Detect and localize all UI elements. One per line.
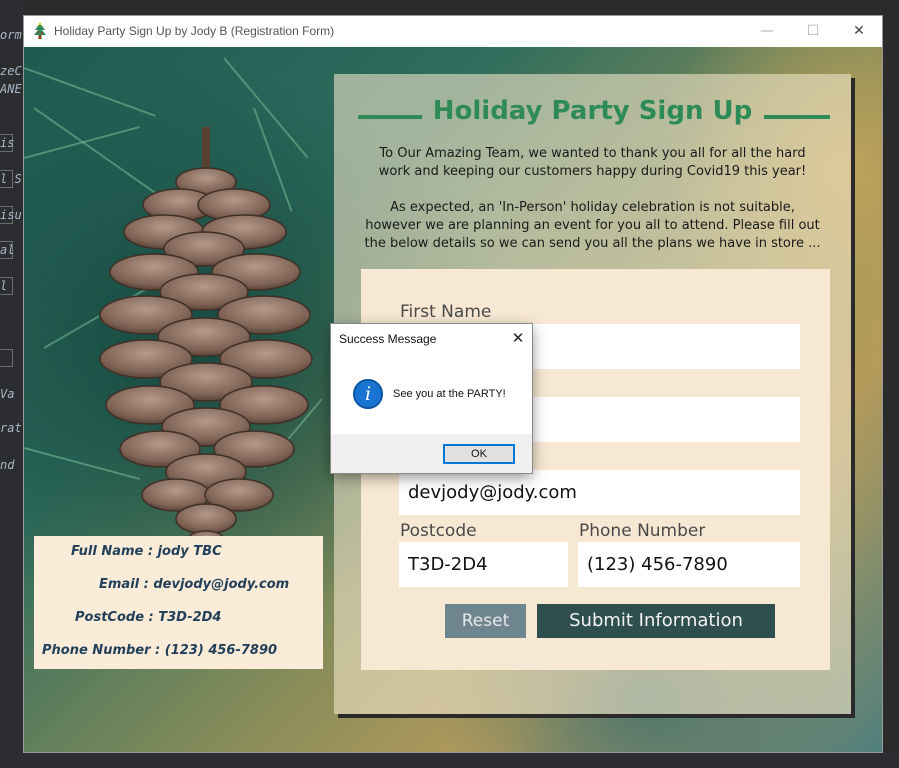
intro-details: As expected, an 'In-Person' holiday cele… xyxy=(354,199,831,253)
window-title: Holiday Party Sign Up by Jody B (Registr… xyxy=(54,24,335,38)
ide-code-fragment: rat xyxy=(0,421,22,435)
ide-code-fragment: zeC xyxy=(0,64,22,78)
intro-line: To Our Amazing Team, we wanted to thank … xyxy=(379,146,806,161)
ide-box xyxy=(0,349,13,367)
ide-code-fragment: l xyxy=(0,279,8,293)
christmas-tree-icon xyxy=(34,22,46,39)
pinecone-image xyxy=(99,127,313,554)
summary-full-name: Full Name : jody TBC xyxy=(71,544,222,559)
submit-button[interactable]: Submit Information xyxy=(537,604,775,638)
summary-postcode: PostCode : T3D-2D4 xyxy=(75,610,222,625)
ide-code-fragment: isu xyxy=(0,208,22,222)
intro-line: As expected, an 'In-Person' holiday cele… xyxy=(390,200,795,215)
summary-phone: Phone Number : (123) 456-7890 xyxy=(42,643,278,658)
postcode-label: Postcode xyxy=(400,521,477,541)
page-title: Holiday Party Sign Up xyxy=(432,96,753,126)
reset-button[interactable]: Reset xyxy=(445,604,526,638)
pine-needle xyxy=(24,67,156,117)
ok-button[interactable]: OK xyxy=(443,444,515,464)
ide-code-fragment: orm xyxy=(0,28,22,42)
dialog-footer: OK xyxy=(331,434,532,473)
submission-summary: Full Name : jody TBC Email : devjody@jod… xyxy=(34,536,323,669)
ide-status-strip xyxy=(0,752,899,768)
postcode-input[interactable]: T3D-2D4 xyxy=(399,542,568,587)
ide-code-fragment: nd xyxy=(0,458,15,472)
phone-input[interactable]: (123) 456-7890 xyxy=(578,542,800,587)
minimize-button[interactable]: — xyxy=(744,16,790,47)
dialog-close-button[interactable]: ✕ xyxy=(507,327,529,349)
ide-code-fragment: Va xyxy=(0,387,15,401)
phone-label: Phone Number xyxy=(579,521,706,541)
success-dialog: Success Message ✕ i See you at the PARTY… xyxy=(331,324,532,473)
dialog-message: See you at the PARTY! xyxy=(393,388,506,400)
intro-line: however we are planning an event for you… xyxy=(365,218,820,233)
intro-thanks: To Our Amazing Team, we wanted to thank … xyxy=(354,145,831,181)
maximize-button[interactable]: ☐ xyxy=(790,16,836,47)
ide-code-fragment: l S xyxy=(0,172,22,186)
summary-email: Email : devjody@jody.com xyxy=(99,577,290,592)
close-window-button[interactable]: ✕ xyxy=(836,16,882,47)
ide-code-fragment: is xyxy=(0,136,15,150)
ide-code-fragment: ANE xyxy=(0,82,22,96)
title-bar[interactable]: Holiday Party Sign Up by Jody B (Registr… xyxy=(24,16,882,47)
dialog-title: Success Message xyxy=(339,332,437,346)
intro-line: work and keeping our customers happy dur… xyxy=(378,164,807,179)
info-icon: i xyxy=(353,379,383,409)
email-input[interactable]: devjody@jody.com xyxy=(399,470,800,515)
ide-code-fragment: al xyxy=(0,243,15,257)
intro-line: the below details so we can send you all… xyxy=(364,236,821,251)
ide-background: orm zeC ANE is l S isu al l Va rat nd xyxy=(0,0,24,768)
first-name-label: First Name xyxy=(400,302,492,322)
